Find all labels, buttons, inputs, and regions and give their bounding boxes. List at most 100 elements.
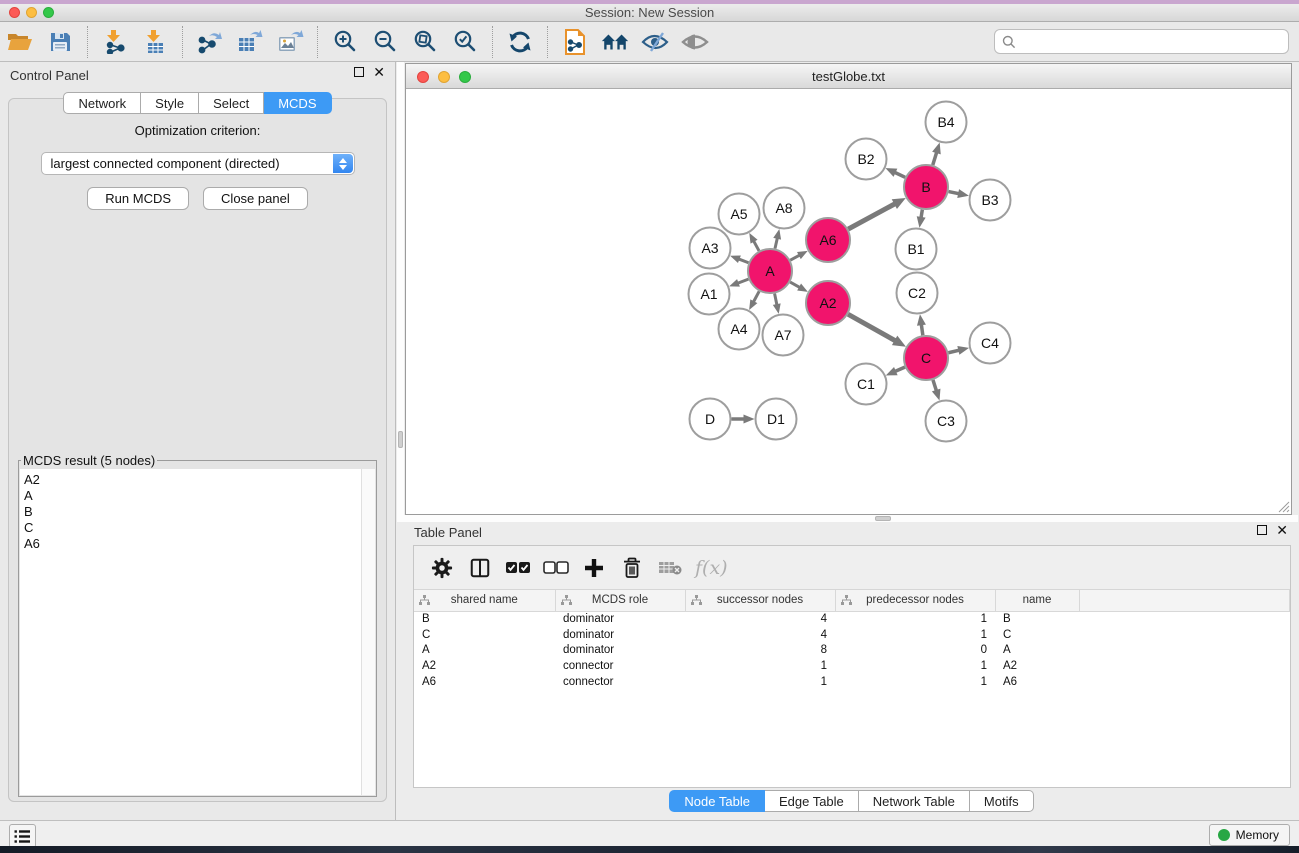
search-input[interactable] [1021,35,1288,49]
network-canvas[interactable]: B4 B2 B B3 A5A8A6 A3 B1 A A1 C2 A2 A4A7 C C4 C1 C3 D D1 [406,90,1291,514]
search-field[interactable] [994,29,1289,54]
zoom-fit-icon[interactable] [410,27,440,57]
export-network-icon[interactable] [195,27,225,57]
column-header-MCDS-role[interactable]: MCDS role [555,590,685,611]
run-mcds-button[interactable]: Run MCDS [87,187,189,210]
export-image-icon[interactable] [275,27,305,57]
arrowhead-icon [957,189,969,198]
result-item[interactable]: A6 [24,536,361,552]
criterion-dropdown[interactable]: largest connected component (directed) [41,152,355,175]
float-panel-icon[interactable] [354,67,364,77]
home-layout-icon[interactable] [600,27,630,57]
result-item[interactable]: C [24,520,361,536]
mcds-result-box: MCDS result (5 nodes) A2ABCA6 [18,453,377,797]
table-row[interactable]: Adominator80A [414,642,1290,658]
task-list-icon [14,829,31,844]
tab-style[interactable]: Style [141,92,199,114]
desktop-vertical-scrollbar[interactable] [397,62,404,516]
arrowhead-icon [797,251,808,259]
node-A7[interactable]: A7 [763,315,804,356]
node-A5[interactable]: A5 [719,194,760,235]
memory-button[interactable]: Memory [1209,824,1290,846]
node-B4[interactable]: B4 [926,102,967,143]
table-row[interactable]: Bdominator41B [414,611,1290,627]
node-A2[interactable]: A2 [806,281,850,325]
tab-motifs[interactable]: Motifs [970,790,1034,812]
task-monitor-button[interactable] [9,824,36,848]
table-panel: Table Panel ✕ [405,520,1298,816]
node-A1[interactable]: A1 [689,274,730,315]
table-row[interactable]: A6connector11A6 [414,674,1290,690]
tab-node-table[interactable]: Node Table [669,790,765,812]
control-panel-header: Control Panel ✕ [0,62,395,88]
node-B[interactable]: B [904,165,948,209]
node-C2[interactable]: C2 [897,273,938,314]
import-network-icon[interactable] [100,27,130,57]
edge-A2-C[interactable] [848,314,896,341]
node-D[interactable]: D [690,399,731,440]
select-all-icon[interactable] [504,554,532,582]
delete-icon[interactable] [618,554,646,582]
table-row[interactable]: A2connector11A2 [414,658,1290,674]
edge-A6-B[interactable] [848,203,896,229]
session-title: Session: New Session [0,5,1299,20]
node-A8[interactable]: A8 [764,188,805,229]
node-B2[interactable]: B2 [846,139,887,180]
result-item[interactable]: A [24,488,361,504]
node-B1[interactable]: B1 [896,229,937,270]
close-panel-icon[interactable]: ✕ [373,67,385,77]
save-session-icon[interactable] [45,27,75,57]
table-row[interactable]: Cdominator41C [414,627,1290,643]
column-header-name[interactable]: name [995,590,1079,611]
node-C1[interactable]: C1 [846,364,887,405]
tab-select[interactable]: Select [199,92,264,114]
float-table-panel-icon[interactable] [1257,525,1267,535]
arrowhead-icon [917,216,926,228]
open-session-icon[interactable] [5,27,35,57]
control-panel: Control Panel ✕ NetworkStyleSelectMCDS O… [0,62,396,820]
node-A6[interactable]: A6 [806,218,850,262]
result-item[interactable]: B [24,504,361,520]
node-C4[interactable]: C4 [970,323,1011,364]
tab-network-table[interactable]: Network Table [859,790,970,812]
node-C[interactable]: C [904,336,948,380]
node-B3[interactable]: B3 [970,180,1011,221]
columns-icon[interactable] [466,554,494,582]
column-header-predecessor-nodes[interactable]: predecessor nodes [835,590,995,611]
network-from-file-icon[interactable] [560,27,590,57]
add-icon[interactable] [580,554,608,582]
zoom-in-icon[interactable] [330,27,360,57]
tab-network[interactable]: Network [63,92,141,114]
svg-text:C4: C4 [981,335,999,351]
node-table[interactable]: shared nameMCDS rolesuccessor nodesprede… [414,590,1290,689]
close-panel-button[interactable]: Close panel [203,187,308,210]
column-header-successor-nodes[interactable]: successor nodes [685,590,835,611]
show-details-icon[interactable] [680,27,710,57]
node-C3[interactable]: C3 [926,401,967,442]
node-A3[interactable]: A3 [690,228,731,269]
arrowhead-icon [744,415,755,424]
node-A[interactable]: A [748,249,792,293]
tab-mcds[interactable]: MCDS [264,92,331,114]
refresh-icon[interactable] [505,27,535,57]
node-D1[interactable]: D1 [756,399,797,440]
zoom-selected-icon[interactable] [450,27,480,57]
node-A4[interactable]: A4 [719,309,760,350]
toolbar-separator [492,26,493,58]
arrowhead-icon [730,256,741,263]
mcds-result-list[interactable]: A2ABCA6 [20,469,361,795]
export-table-icon[interactable] [235,27,265,57]
result-item[interactable]: A2 [24,472,361,488]
import-table-icon[interactable] [140,27,170,57]
svg-text:D: D [705,411,715,427]
column-header-shared-name[interactable]: shared name [414,590,555,611]
edge-B-B4[interactable] [933,151,937,165]
resize-grip-icon[interactable] [1277,500,1290,513]
close-table-panel-icon[interactable]: ✕ [1276,525,1288,535]
tab-edge-table[interactable]: Edge Table [765,790,859,812]
gear-icon[interactable] [428,554,456,582]
hide-details-icon[interactable] [640,27,670,57]
zoom-out-icon[interactable] [370,27,400,57]
deselect-all-icon[interactable] [542,554,570,582]
result-scrollbar[interactable] [361,469,375,795]
